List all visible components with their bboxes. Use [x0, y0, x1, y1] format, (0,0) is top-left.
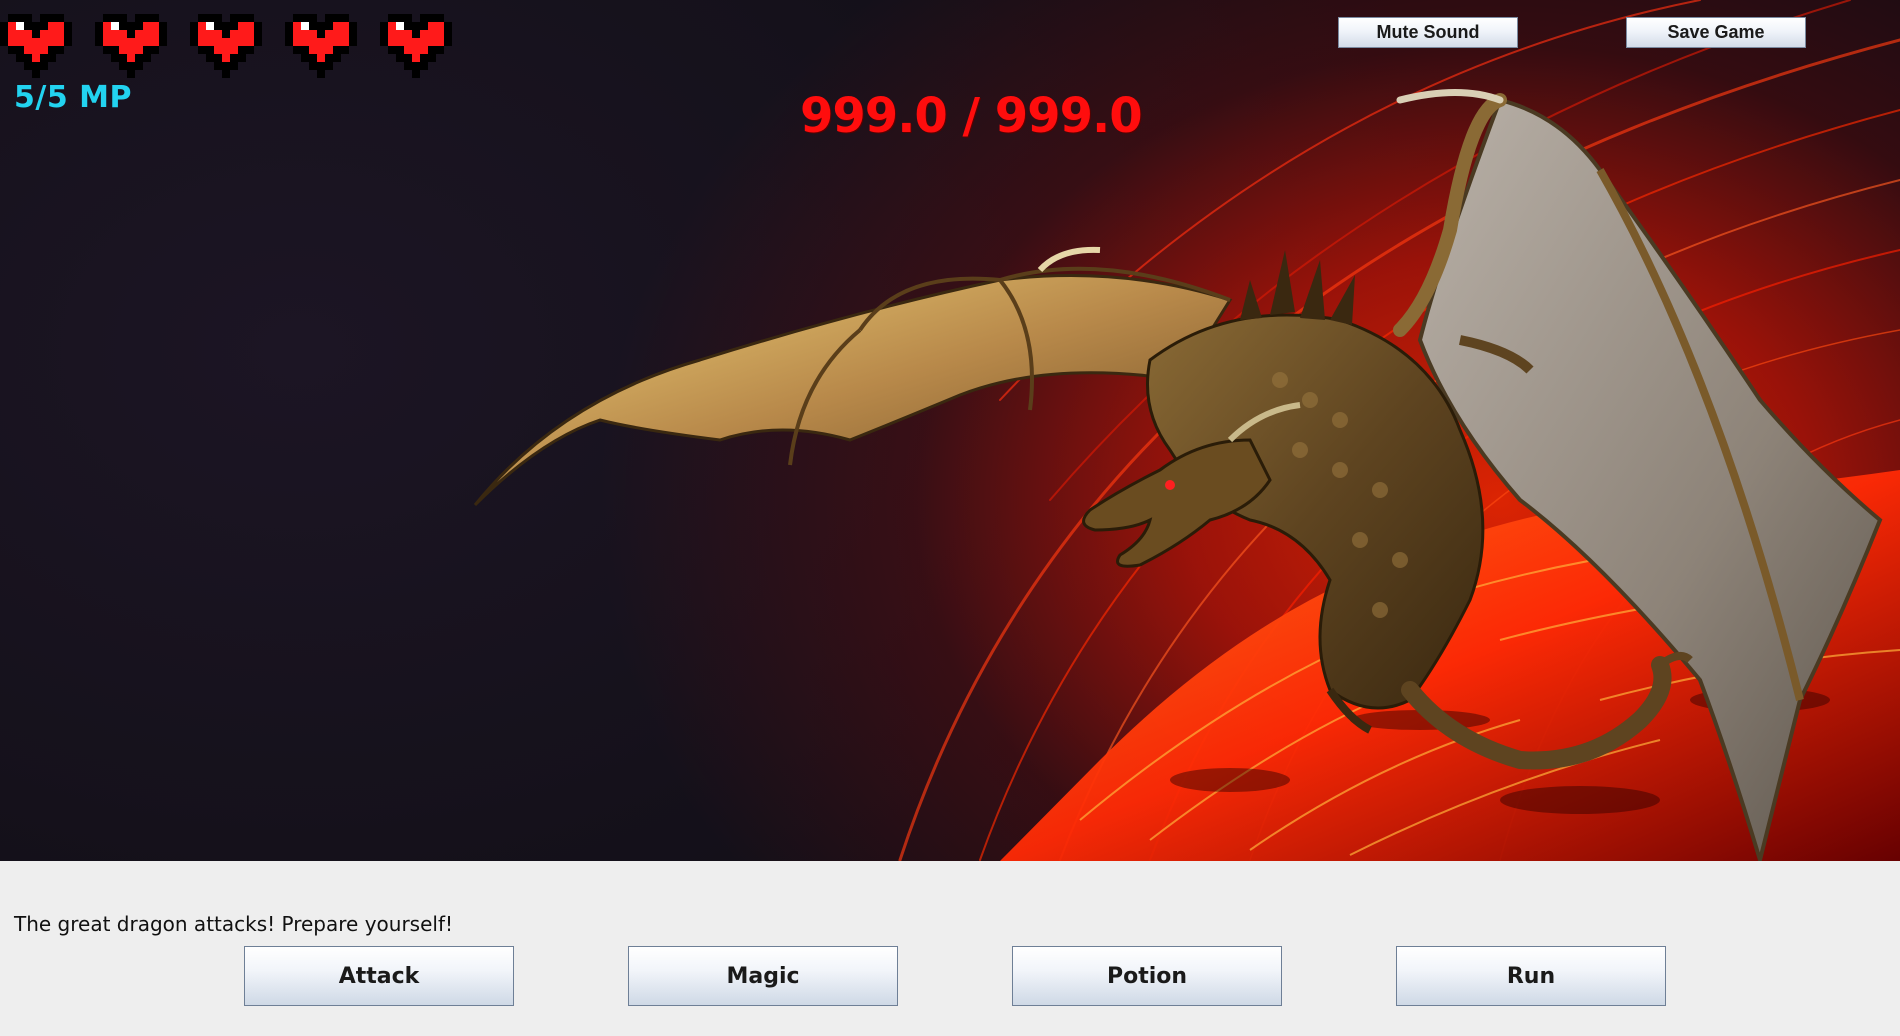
heart-icon: [95, 14, 167, 78]
heart-icon: [380, 14, 452, 78]
magic-button[interactable]: Magic: [628, 946, 898, 1006]
dragon-head: [1082, 438, 1272, 568]
heart-icon: [285, 14, 357, 78]
mp-readout: 5/5 MP: [14, 80, 132, 115]
battle-message: The great dragon attacks! Prepare yourse…: [14, 912, 454, 936]
player-hearts: [0, 6, 452, 78]
dragon-left-wing: [473, 274, 1233, 507]
battle-scene: 5/5 MP 999.0 / 999.0 Mute Sound Save Gam…: [0, 0, 1900, 861]
heart-icon: [190, 14, 262, 78]
potion-button[interactable]: Potion: [1012, 946, 1282, 1006]
save-game-button[interactable]: Save Game: [1626, 17, 1806, 48]
boss-hp-readout: 999.0 / 999.0: [800, 88, 1143, 144]
heart-icon: [0, 14, 72, 78]
game-window: 5/5 MP 999.0 / 999.0 Mute Sound Save Gam…: [0, 0, 1900, 1036]
attack-button[interactable]: Attack: [244, 946, 514, 1006]
mute-sound-button[interactable]: Mute Sound: [1338, 17, 1518, 48]
run-button[interactable]: Run: [1396, 946, 1666, 1006]
